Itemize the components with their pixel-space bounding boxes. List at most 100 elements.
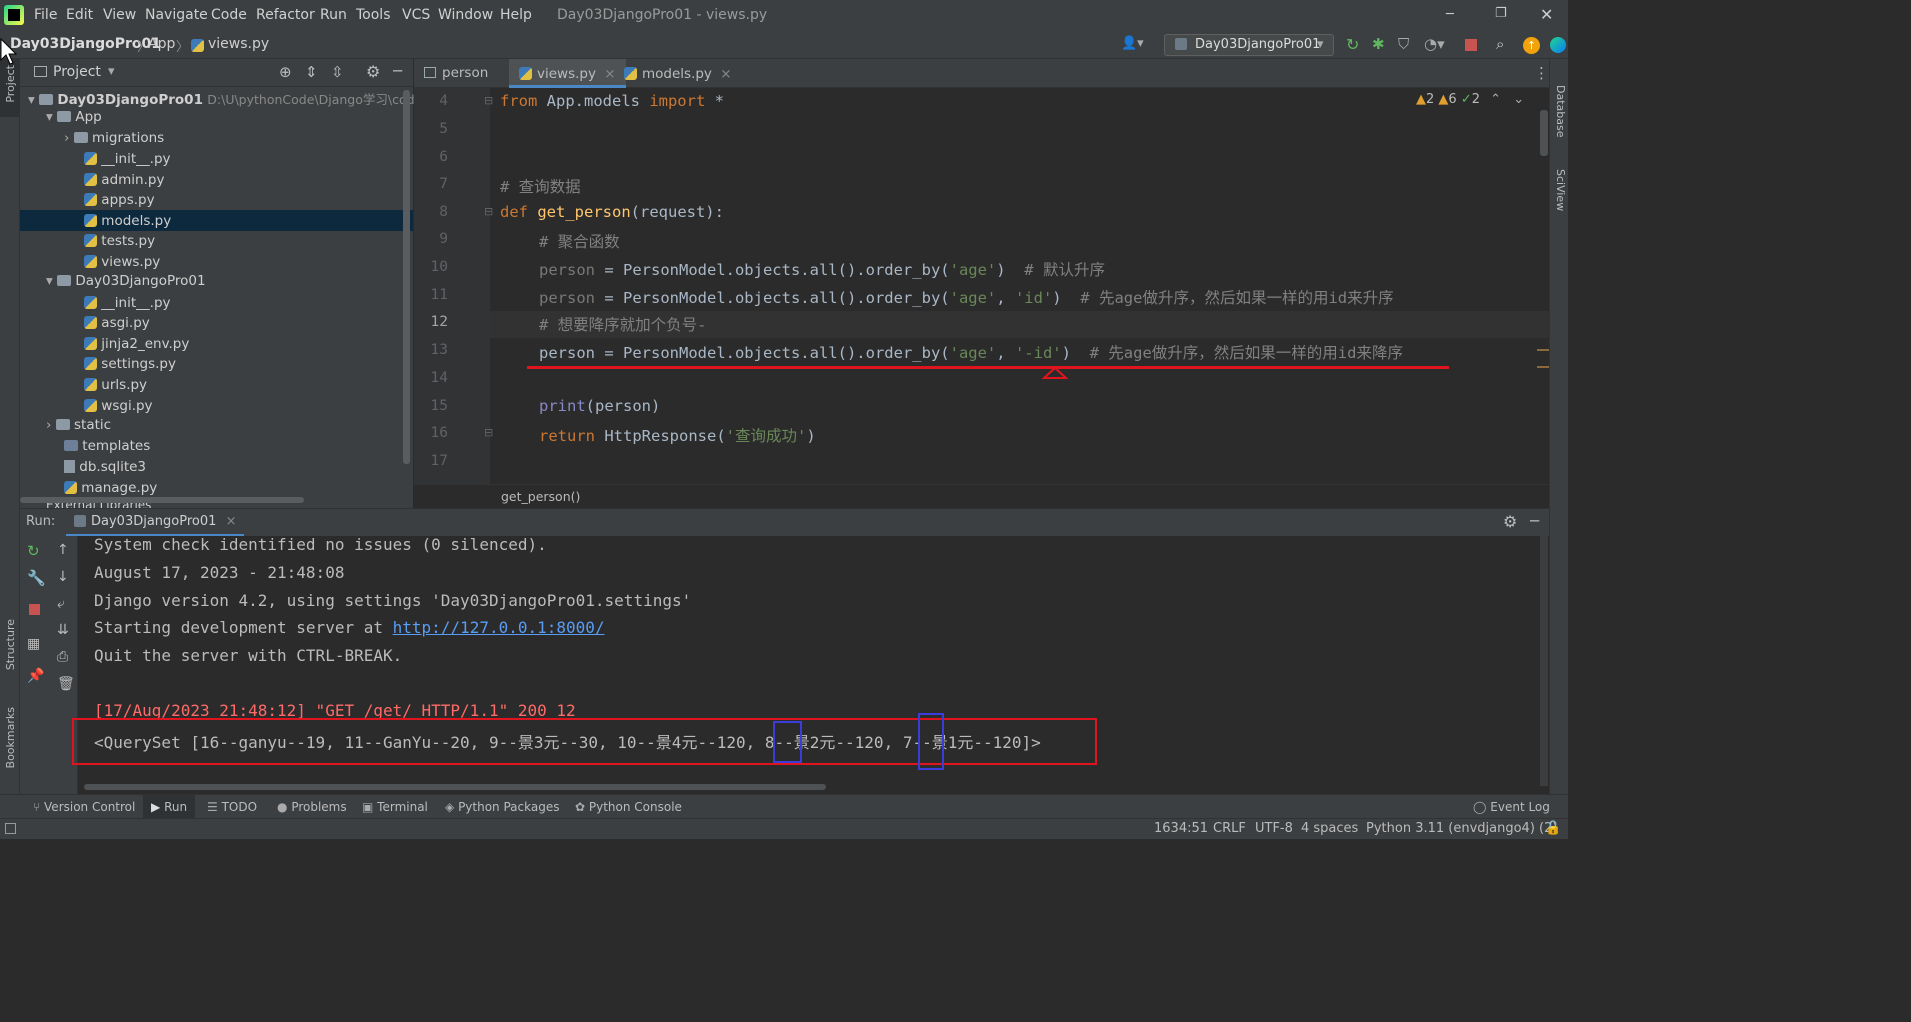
menu-file[interactable]: File: [34, 7, 57, 23]
arrow-up-icon[interactable]: ↑: [57, 542, 69, 558]
fold-icon[interactable]: ⊟: [484, 94, 493, 107]
console-horizontal-scrollbar[interactable]: [84, 784, 826, 790]
locate-icon[interactable]: ⊕: [279, 63, 292, 81]
tree-item-app[interactable]: ▾ App: [46, 109, 102, 129]
layout-toggle-icon[interactable]: [5, 823, 16, 834]
file-encoding[interactable]: UTF-8: [1255, 821, 1293, 836]
breadcrumb-file[interactable]: views.py: [208, 36, 269, 52]
python-interpreter[interactable]: Python 3.11 (envdjango4) (2): [1366, 821, 1557, 836]
bookmarks-tool-button[interactable]: Bookmarks: [4, 707, 17, 768]
menu-view[interactable]: View: [103, 7, 136, 23]
menu-code[interactable]: Code: [211, 7, 247, 23]
console-vertical-scrollbar[interactable]: [1540, 536, 1548, 786]
soft-wrap-icon[interactable]: ⤶: [57, 596, 65, 612]
menu-run[interactable]: Run: [320, 7, 347, 23]
restore-icon[interactable]: ❐: [1495, 6, 1507, 21]
plugin-icon[interactable]: [1550, 37, 1566, 53]
tree-item-file[interactable]: manage.py: [64, 479, 157, 499]
project-tool-button[interactable]: Project: [4, 65, 17, 103]
tree-item-static[interactable]: › static: [46, 417, 111, 437]
inspection-widget[interactable]: ▲2 ▲6 ✓2 ⌃ ⌄: [1416, 92, 1524, 107]
tab-person[interactable]: person: [414, 59, 498, 88]
tree-item-file-selected[interactable]: models.py: [84, 212, 171, 232]
stop-icon[interactable]: [29, 604, 40, 615]
chevron-down-icon[interactable]: ⌄: [1513, 92, 1524, 107]
tool-python-packages[interactable]: ◈ Python Packages: [445, 800, 559, 814]
hide-icon[interactable]: ─: [1530, 512, 1539, 530]
coverage-icon[interactable]: ⛉: [1398, 35, 1409, 53]
breadcrumb-function[interactable]: get_person(): [501, 489, 580, 504]
tree-item-db[interactable]: db.sqlite3: [64, 458, 146, 478]
caret-position[interactable]: 1634:51: [1154, 821, 1208, 836]
tool-python-console[interactable]: ✿ Python Console: [575, 800, 682, 814]
tree-root[interactable]: ▾ Day03DjangoPro01 D:\U\pythonCode\Djang…: [28, 89, 426, 109]
server-url-link[interactable]: http://127.0.0.1:8000/: [393, 618, 605, 637]
menu-navigate[interactable]: Navigate: [145, 7, 208, 23]
tree-item-file[interactable]: urls.py: [84, 376, 147, 396]
tree-item-file[interactable]: settings.py: [84, 355, 176, 375]
tool-version-control[interactable]: ⑂ Version Control: [33, 800, 135, 814]
menu-refactor[interactable]: Refactor: [256, 7, 315, 23]
tree-item-file[interactable]: views.py: [84, 253, 160, 273]
vertical-scrollbar[interactable]: [403, 90, 410, 464]
rerun-icon[interactable]: ↻: [1346, 35, 1359, 54]
tree-item-file[interactable]: admin.py: [84, 171, 164, 191]
rerun-icon[interactable]: ↻: [27, 542, 40, 560]
sciview-tool-button[interactable]: SciView: [1554, 169, 1567, 211]
run-config-select[interactable]: Day03DjangoPro01 ▾: [1164, 34, 1334, 56]
tree-item-file[interactable]: jinja2_env.py: [84, 335, 189, 355]
tree-item-file[interactable]: apps.py: [84, 191, 155, 211]
arrow-down-icon[interactable]: ↓: [57, 569, 69, 585]
tree-item-file[interactable]: __init__.py: [84, 150, 171, 170]
expand-all-icon[interactable]: ⇕: [305, 63, 318, 81]
horizontal-scrollbar[interactable]: [20, 497, 304, 503]
tree-item-file[interactable]: asgi.py: [84, 314, 150, 334]
hide-icon[interactable]: ─: [393, 62, 402, 80]
fold-icon[interactable]: ⊟: [484, 205, 493, 218]
run-tab[interactable]: Day03DjangoPro01 ×: [66, 509, 245, 537]
menu-vcs[interactable]: VCS: [402, 7, 430, 23]
tree-item-file[interactable]: wsgi.py: [84, 397, 153, 417]
database-tool-button[interactable]: Database: [1554, 85, 1567, 138]
menu-help[interactable]: Help: [500, 7, 532, 23]
pin-icon[interactable]: 📌: [27, 668, 44, 684]
more-icon[interactable]: ⋮: [1534, 64, 1549, 82]
search-icon[interactable]: ⌕: [1496, 35, 1504, 53]
tree-item-file[interactable]: tests.py: [84, 232, 155, 252]
trash-icon[interactable]: 🗑: [57, 676, 75, 692]
user-icon[interactable]: 👤▾: [1121, 36, 1144, 51]
collapse-all-icon[interactable]: ⇳: [331, 63, 344, 81]
tab-models-py[interactable]: models.py ×: [614, 59, 742, 88]
menu-window[interactable]: Window: [438, 7, 493, 23]
tree-item-package[interactable]: ▾ Day03DjangoPro01: [46, 273, 206, 293]
lock-icon[interactable]: 🔓: [1545, 821, 1561, 836]
minimize-icon[interactable]: ─: [1446, 7, 1454, 22]
menu-edit[interactable]: Edit: [66, 7, 93, 23]
debug-icon[interactable]: ✱: [1372, 35, 1385, 53]
tab-views-py[interactable]: views.py ×: [509, 59, 626, 88]
structure-tool-button[interactable]: Structure: [4, 619, 17, 670]
tree-item-templates[interactable]: templates: [64, 438, 150, 458]
update-icon[interactable]: ↑: [1523, 37, 1540, 54]
breadcrumb-folder[interactable]: App: [148, 36, 175, 52]
fold-icon[interactable]: ⊟: [484, 426, 493, 439]
project-panel-title[interactable]: Project: [53, 64, 101, 80]
editor-scrollbar[interactable]: [1540, 110, 1548, 156]
print-icon[interactable]: ⎙: [57, 649, 68, 665]
profile-icon[interactable]: ◔▾: [1424, 35, 1445, 53]
close-tab-icon[interactable]: ×: [720, 66, 731, 82]
indent-setting[interactable]: 4 spaces: [1301, 821, 1358, 836]
close-tab-icon[interactable]: ×: [226, 514, 237, 529]
stop-icon[interactable]: [1465, 39, 1477, 51]
tool-terminal[interactable]: ▣ Terminal: [362, 800, 428, 814]
tree-item-migrations[interactable]: › migrations: [64, 130, 164, 150]
close-window-icon[interactable]: ✕: [1540, 5, 1553, 24]
gear-icon[interactable]: ⚙: [1503, 512, 1517, 531]
chevron-down-icon[interactable]: ▾: [108, 64, 115, 79]
tool-event-log[interactable]: ◯ Event Log: [1473, 800, 1550, 814]
line-separator[interactable]: CRLF: [1213, 821, 1246, 836]
menu-tools[interactable]: Tools: [356, 7, 391, 23]
tree-item-file[interactable]: __init__.py: [84, 294, 171, 314]
chevron-up-icon[interactable]: ⌃: [1490, 92, 1501, 107]
layout-icon[interactable]: ▦: [27, 636, 40, 652]
